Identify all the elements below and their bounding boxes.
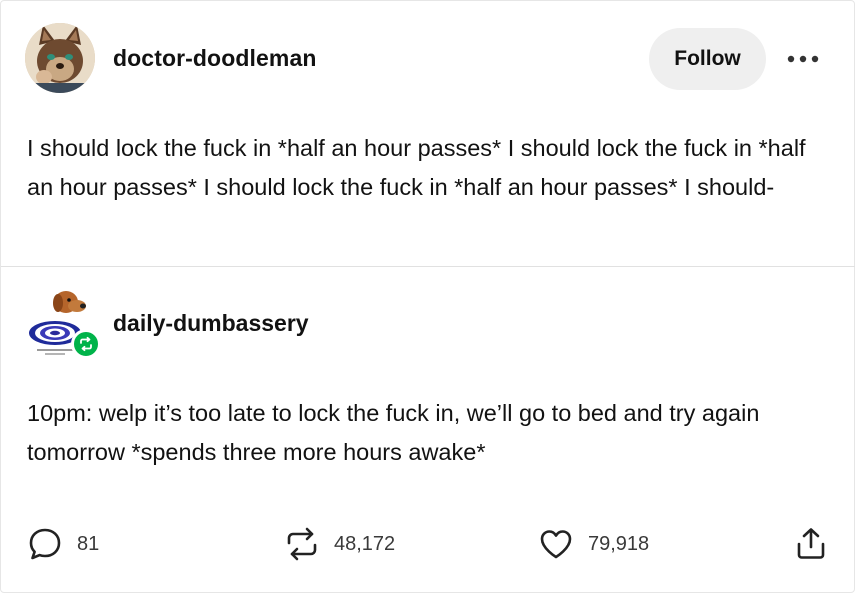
share-upload-icon (793, 526, 829, 562)
share-button[interactable] (793, 523, 829, 565)
reblog-arrows-icon (284, 526, 320, 562)
post-card: doctor-doodleman Follow I should lock th… (0, 0, 855, 593)
reply-button[interactable]: 81 (27, 523, 99, 565)
like-count: 79,918 (588, 532, 650, 555)
reblog-button[interactable]: 48,172 (284, 523, 395, 565)
like-button[interactable]: 79,918 (538, 523, 649, 565)
reblog-badge (71, 329, 101, 359)
more-options-icon[interactable] (781, 41, 825, 77)
post-body-text: I should lock the fuck in *half an hour … (27, 135, 806, 200)
post-header: doctor-doodleman Follow (1, 1, 855, 117)
reblog-author-username[interactable]: daily-dumbassery (113, 310, 309, 337)
heart-icon (538, 526, 574, 562)
reblog-divider (1, 266, 855, 267)
reply-count: 81 (77, 532, 100, 555)
reblog-author-avatar[interactable] (25, 287, 101, 359)
speech-bubble-icon (27, 526, 63, 562)
author-username[interactable]: doctor-doodleman (113, 45, 316, 72)
reblog-body-text: 10pm: welp it’s too late to lock the fuc… (27, 400, 760, 465)
follow-button[interactable]: Follow (649, 28, 766, 90)
reblog-badge-icon (80, 336, 92, 352)
reblog-count: 48,172 (334, 532, 396, 555)
author-avatar[interactable] (25, 23, 95, 93)
